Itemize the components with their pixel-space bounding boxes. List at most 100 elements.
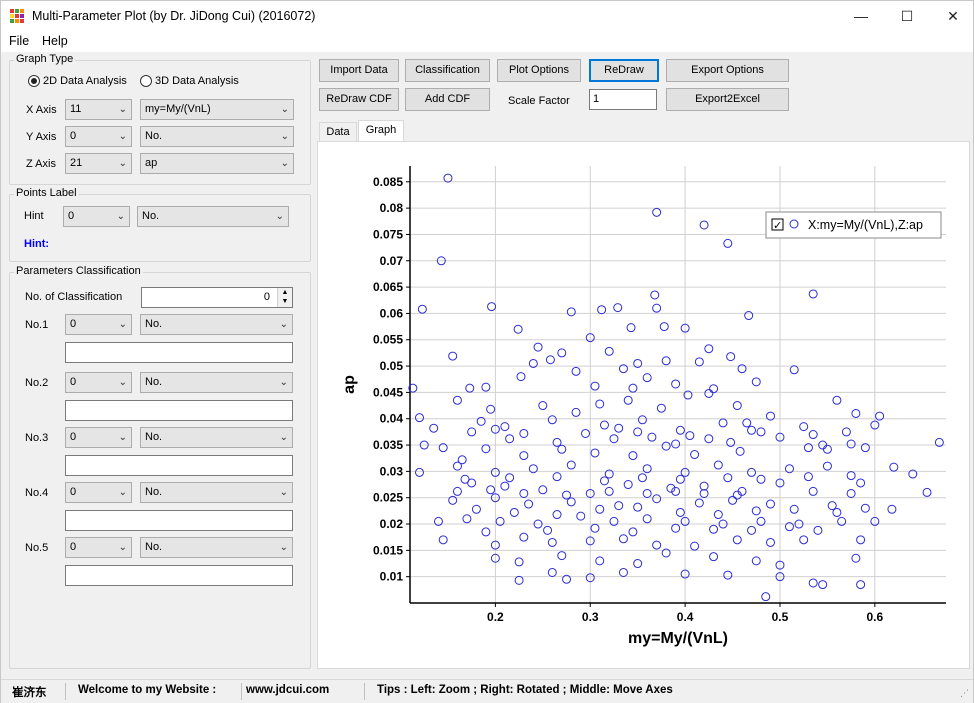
y-tick-label: 0.07 (380, 254, 404, 268)
y-tick-label: 0.04 (380, 412, 404, 426)
status-tips: Tips : Left: Zoom ; Right: Rotated ; Mid… (377, 684, 673, 696)
y-tick-label: 0.075 (373, 227, 403, 241)
chevron-down-icon: ⌄ (279, 432, 288, 443)
tab-graph[interactable]: Graph (358, 120, 404, 142)
menu-bar: File Help (1, 32, 973, 52)
y-tick-label: 0.055 (373, 333, 403, 347)
status-separator (65, 683, 66, 700)
class-3-index-select[interactable]: 0 ⌄ (65, 427, 132, 448)
y-tick-label: 0.025 (373, 491, 403, 505)
class-5-index-select[interactable]: 0 ⌄ (65, 537, 132, 558)
class-4-name-select[interactable]: No. ⌄ (140, 482, 293, 503)
chevron-down-icon: ⌄ (118, 487, 127, 498)
y-tick-label: 0.065 (373, 280, 403, 294)
resize-grip-icon[interactable]: ⋰ (960, 688, 969, 699)
add-cdf-button[interactable]: Add CDF (405, 88, 490, 111)
class-5-name-select[interactable]: No. ⌄ (140, 537, 293, 558)
chevron-down-icon: ⌄ (275, 211, 284, 222)
classification-count-input[interactable]: 0 ▲ ▼ (141, 287, 293, 308)
radio-3d[interactable] (140, 75, 152, 87)
radio-2d[interactable] (28, 75, 40, 87)
y-axis-index-select[interactable]: 0 ⌄ (65, 126, 132, 147)
close-icon: ✕ (947, 8, 959, 24)
y-axis-name-select[interactable]: No. ⌄ (140, 126, 294, 147)
chevron-down-icon: ⌄ (280, 158, 289, 169)
scatter-chart[interactable]: 0.2 0.3 0.4 0.5 0.6 0.01 0.015 0.02 0.025 0.03 0.0… (318, 142, 969, 668)
x-tick-label: 0.3 (582, 610, 599, 624)
x-axis-title: my=My/(VnL) (628, 630, 728, 647)
class-1-index-select[interactable]: 0 ⌄ (65, 314, 132, 335)
y-tick-label: 0.015 (373, 543, 403, 557)
close-button[interactable]: ✕ (930, 1, 974, 32)
x-tick-label: 0.5 (772, 610, 789, 624)
scale-factor-label: Scale Factor (508, 95, 570, 107)
app-window: Multi-Parameter Plot (by Dr. JiDong Cui)… (0, 0, 974, 703)
class-3-name-select[interactable]: No. ⌄ (140, 427, 293, 448)
status-website[interactable]: www.jdcui.com (246, 684, 329, 696)
hint-name-select[interactable]: No. ⌄ (137, 206, 289, 227)
chevron-down-icon: ⌄ (279, 487, 288, 498)
x-tick-label: 0.4 (677, 610, 694, 624)
redraw-button[interactable]: ReDraw (589, 59, 659, 82)
class-1-name-select[interactable]: No. ⌄ (140, 314, 293, 335)
x-axis-name-select[interactable]: my=My/(VnL) ⌄ (140, 99, 294, 120)
export-options-button[interactable]: Export Options (666, 59, 789, 82)
classification-button[interactable]: Classification (405, 59, 490, 82)
graph-type-title: Graph Type (14, 53, 76, 65)
chevron-down-icon: ⌄ (116, 211, 125, 222)
plot-options-button[interactable]: Plot Options (497, 59, 581, 82)
import-data-button[interactable]: Import Data (319, 59, 399, 82)
redraw-cdf-button[interactable]: ReDraw CDF (319, 88, 399, 111)
points-label-group: Points Label Hint 0 ⌄ No. ⌄ Hint: (9, 187, 311, 262)
class-2-index-select[interactable]: 0 ⌄ (65, 372, 132, 393)
spin-down-icon[interactable]: ▼ (278, 297, 292, 306)
maximize-button[interactable]: ☐ (884, 1, 930, 32)
z-axis-index-select[interactable]: 21 ⌄ (65, 153, 132, 174)
y-tick-label: 0.08 (380, 201, 404, 215)
class-2-text-input[interactable] (65, 400, 293, 421)
status-author: 崔济东 (12, 687, 47, 699)
chevron-down-icon: ⌄ (118, 377, 127, 388)
chevron-down-icon: ⌄ (118, 542, 127, 553)
class-2-name-select[interactable]: No. ⌄ (140, 372, 293, 393)
z-axis-name-select[interactable]: ap ⌄ (140, 153, 294, 174)
chevron-down-icon: ⌄ (118, 319, 127, 330)
graph-panel[interactable]: 0.2 0.3 0.4 0.5 0.6 0.01 0.015 0.02 0.025 0.03 0.0… (317, 141, 970, 669)
chevron-down-icon: ⌄ (118, 104, 127, 115)
maximize-icon: ☐ (900, 8, 914, 24)
tab-data[interactable]: Data (319, 122, 357, 142)
minimize-button[interactable]: — (838, 1, 884, 32)
status-separator (241, 683, 242, 700)
y-tick-label: 0.045 (373, 385, 403, 399)
title-bar: Multi-Parameter Plot (by Dr. JiDong Cui)… (1, 1, 973, 32)
hint-label: Hint (24, 210, 44, 222)
menu-help[interactable]: Help (42, 34, 68, 48)
y-axis-title: ap (341, 375, 358, 394)
y-tick-label: 0.02 (380, 517, 404, 531)
y-tick-label: 0.06 (380, 306, 404, 320)
chevron-down-icon: ⌄ (280, 104, 289, 115)
class-3-label: No.3 (25, 432, 49, 444)
y-tick-label: 0.01 (380, 570, 404, 584)
scale-factor-input[interactable]: 1 (589, 89, 657, 110)
class-4-index-select[interactable]: 0 ⌄ (65, 482, 132, 503)
class-1-text-input[interactable] (65, 342, 293, 363)
x-axis-index-select[interactable]: 11 ⌄ (65, 99, 132, 120)
count-spinner[interactable]: ▲ ▼ (277, 288, 292, 307)
export2excel-button[interactable]: Export2Excel (666, 88, 789, 111)
minimize-icon: — (854, 8, 868, 24)
y-tick-label: 0.035 (373, 438, 403, 452)
spin-up-icon[interactable]: ▲ (278, 288, 292, 297)
x-tick-label: 0.2 (487, 610, 504, 624)
class-4-text-input[interactable] (65, 510, 293, 531)
class-4-label: No.4 (25, 487, 49, 499)
hint-index-select[interactable]: 0 ⌄ (63, 206, 130, 227)
chevron-down-icon: ⌄ (279, 319, 288, 330)
hint-text: Hint: (24, 238, 50, 250)
class-5-text-input[interactable] (65, 565, 293, 586)
menu-file[interactable]: File (9, 34, 29, 48)
class-3-text-input[interactable] (65, 455, 293, 476)
z-axis-label: Z Axis (26, 158, 56, 170)
chevron-down-icon: ⌄ (118, 131, 127, 142)
classification-count-label: No. of Classification (25, 291, 123, 303)
